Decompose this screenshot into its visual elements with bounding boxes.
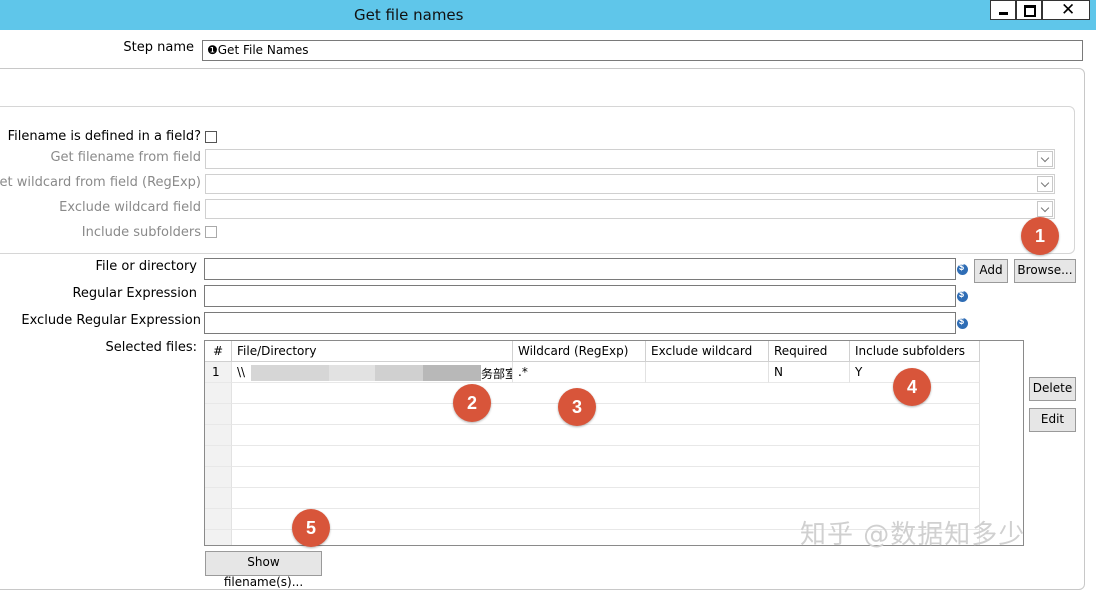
get-filename-field-select[interactable] [205, 149, 1055, 169]
include-subfolders-field-checkbox[interactable] [205, 226, 217, 238]
exclude-regex-input[interactable] [204, 312, 956, 334]
variable-icon [957, 264, 968, 275]
redacted-path [423, 365, 481, 381]
empty-row [205, 530, 232, 546]
edit-button[interactable]: Edit [1029, 408, 1076, 432]
close-icon: ✕ [1061, 0, 1075, 20]
step-name-input[interactable]: ❶Get File Names [202, 40, 1083, 61]
empty-row [205, 446, 232, 467]
annotation-marker-4: 4 [893, 368, 931, 406]
chevron-down-icon [1037, 201, 1053, 217]
title-bar: Get file names ✕ [0, 0, 1096, 30]
empty-row [205, 425, 232, 446]
required-cell[interactable]: N [769, 362, 850, 383]
wildcard-cell[interactable]: .* [513, 362, 646, 383]
empty-row[interactable] [232, 383, 980, 404]
empty-row [205, 404, 232, 425]
chevron-down-icon [1037, 151, 1053, 167]
empty-row [205, 488, 232, 509]
maximize-button[interactable] [1016, 0, 1042, 20]
variable-icon [957, 318, 968, 329]
step-name-label: Step name [123, 40, 194, 55]
column-header-number: # [205, 341, 232, 362]
selected-files-label: Selected files: [106, 340, 197, 355]
show-filenames-button[interactable]: Show filename(s)... [205, 551, 322, 576]
empty-row[interactable] [232, 488, 980, 509]
annotation-marker-3: 3 [558, 388, 596, 426]
empty-row [205, 383, 232, 404]
row-number: 1 [205, 362, 232, 383]
delete-button[interactable]: Delete [1029, 377, 1076, 401]
annotation-marker-1: 1 [1021, 217, 1059, 255]
redacted-path [375, 365, 423, 381]
empty-row[interactable] [232, 446, 980, 467]
filename-in-field-checkbox[interactable] [205, 131, 217, 143]
exclude-wildcard-field-select[interactable] [205, 199, 1055, 219]
watermark-text: 知乎 @数据知多少 [800, 514, 1025, 551]
file-path-suffix: 务部室目... [481, 365, 513, 382]
filename-in-field-label: Filename is defined in a field? [8, 129, 201, 144]
empty-row[interactable] [232, 425, 980, 446]
file-path-prefix: \\ [237, 365, 245, 379]
window-title: Get file names [354, 6, 463, 24]
annotation-marker-5: 5 [292, 509, 330, 547]
column-header-exclude-wildcard[interactable]: Exclude wildcard [646, 341, 769, 362]
get-filename-field-label: Get filename from field [50, 150, 201, 165]
annotation-marker-2: 2 [453, 384, 491, 422]
chevron-down-icon [1037, 176, 1053, 192]
redacted-path [251, 365, 329, 381]
get-wildcard-field-select[interactable] [205, 174, 1055, 194]
regex-label: Regular Expression [72, 286, 197, 301]
exclude-regex-label: Exclude Regular Expression [21, 313, 201, 328]
empty-row [205, 509, 232, 530]
regex-input[interactable] [204, 285, 956, 307]
column-header-file-directory[interactable]: File/Directory [232, 341, 513, 362]
column-header-required[interactable]: Required [769, 341, 850, 362]
file-or-directory-input[interactable] [204, 258, 956, 280]
empty-row [205, 467, 232, 488]
exclude-wildcard-cell[interactable] [646, 362, 769, 383]
empty-row[interactable] [232, 467, 980, 488]
column-header-wildcard[interactable]: Wildcard (RegExp) [513, 341, 646, 362]
file-directory-cell[interactable]: \\ 务部室目... [232, 362, 513, 383]
get-wildcard-field-label: Get wildcard from field (RegExp) [0, 175, 201, 190]
close-button[interactable]: ✕ [1042, 0, 1090, 20]
empty-row[interactable] [232, 404, 980, 425]
minimize-button[interactable] [990, 0, 1016, 20]
include-subfolders-field-label: Include subfolders [82, 225, 201, 240]
column-header-include-subfolders[interactable]: Include subfolders [850, 341, 980, 362]
exclude-wildcard-field-label: Exclude wildcard field [59, 200, 201, 215]
add-button[interactable]: Add [974, 259, 1008, 283]
browse-button[interactable]: Browse... [1014, 259, 1076, 283]
file-or-directory-label: File or directory [96, 259, 197, 274]
redacted-path [329, 365, 375, 381]
variable-icon [957, 291, 968, 302]
